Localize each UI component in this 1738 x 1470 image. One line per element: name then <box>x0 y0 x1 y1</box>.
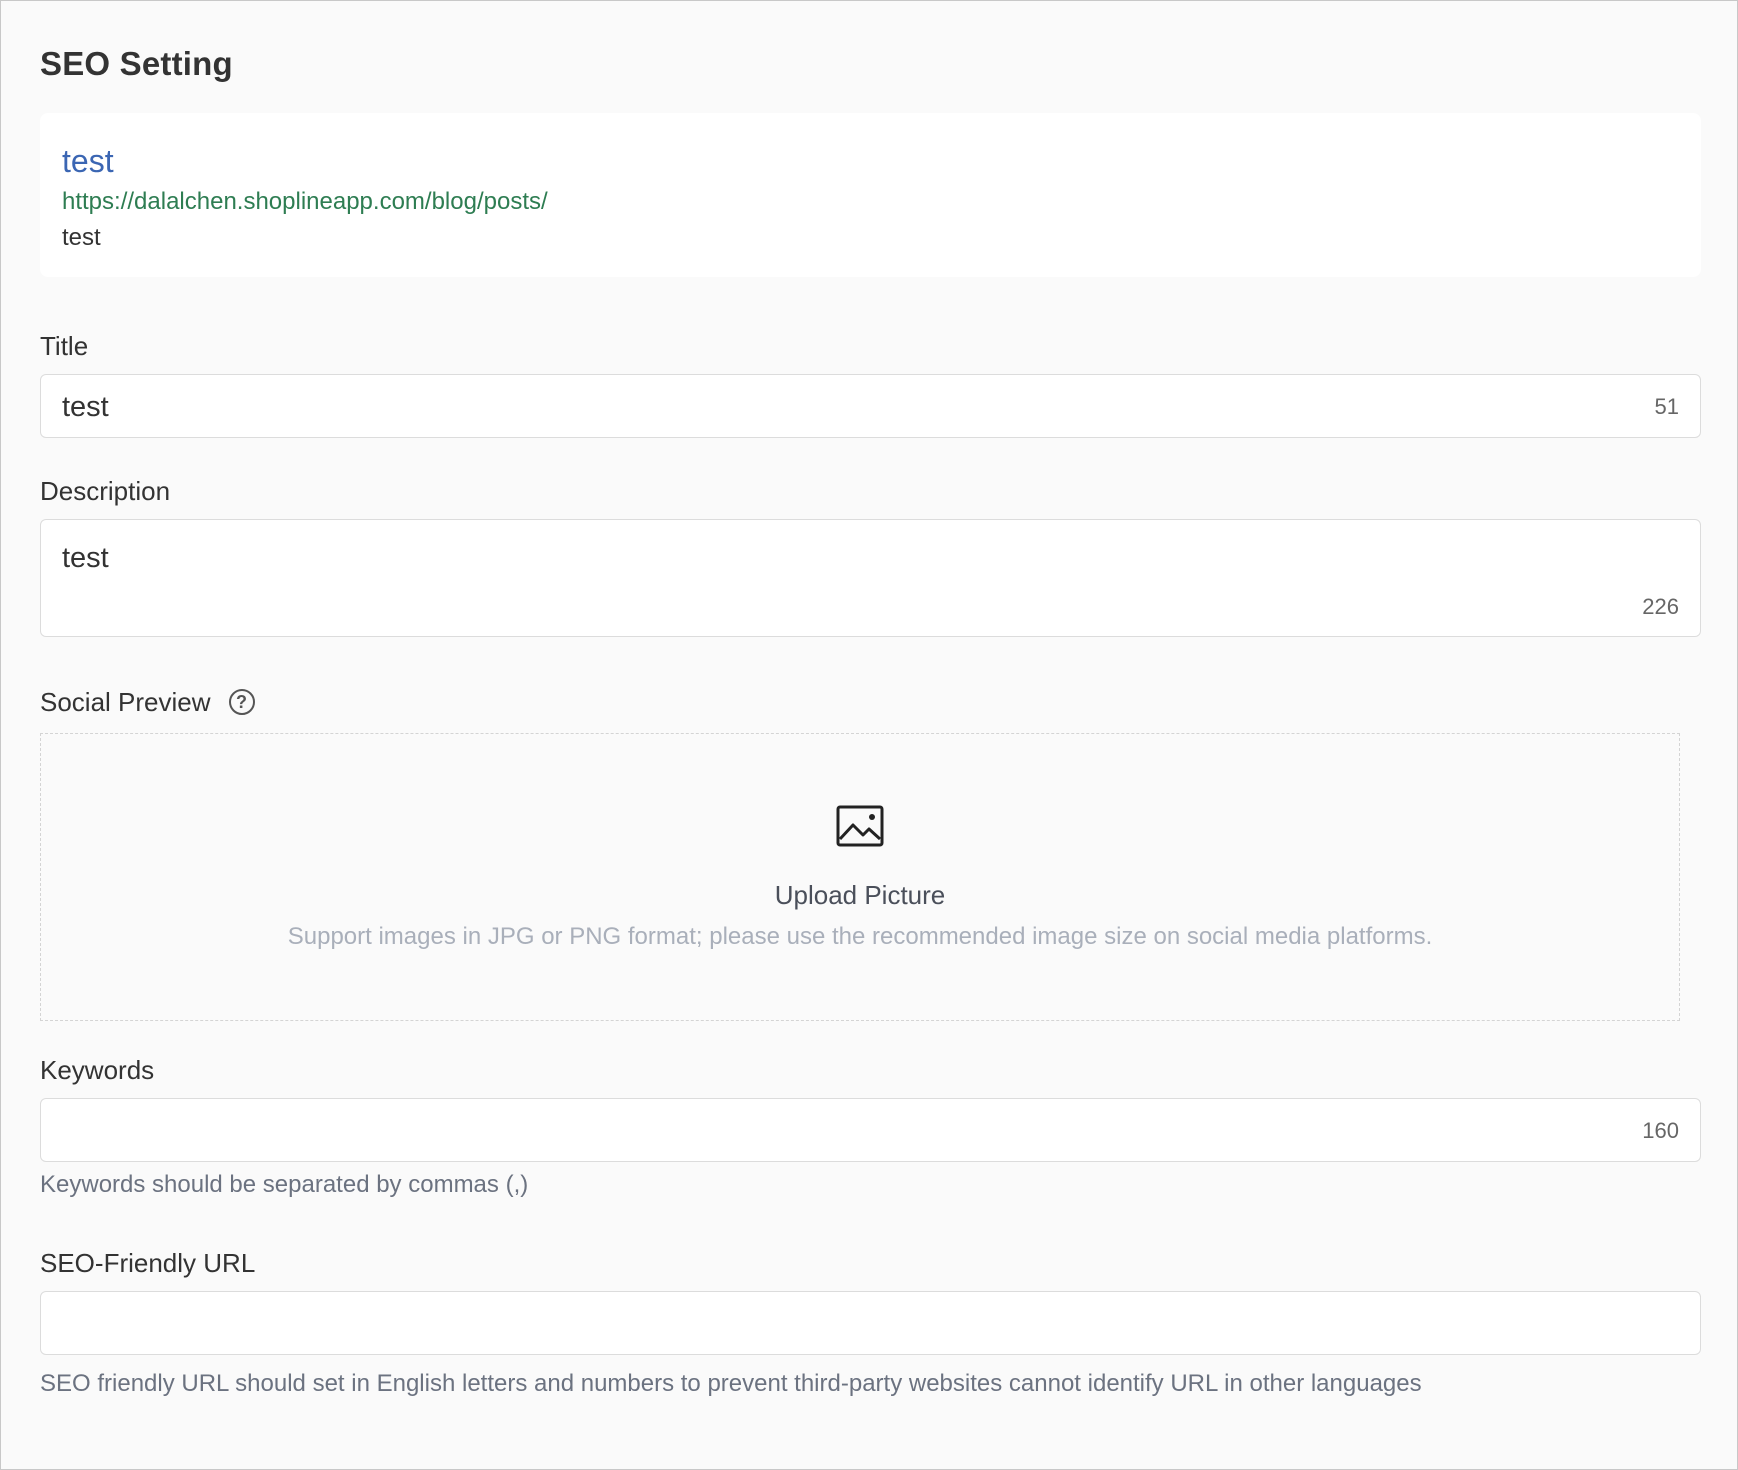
seo-setting-panel: SEO Setting test https://dalalchen.shopl… <box>0 0 1738 1470</box>
seo-url-label: SEO-Friendly URL <box>40 1246 1701 1280</box>
question-circle-icon[interactable]: ? <box>228 689 255 715</box>
seo-url-input[interactable] <box>40 1291 1701 1355</box>
upload-picture-hint: Support images in JPG or PNG format; ple… <box>287 923 1433 950</box>
keywords-label: Keywords <box>40 1053 1701 1087</box>
description-char-counter: 226 <box>1642 594 1679 619</box>
seo-url-label-text: SEO-Friendly URL <box>40 1248 256 1278</box>
upload-picture-label: Upload Picture <box>774 880 946 910</box>
image-icon <box>836 805 884 847</box>
title-char-counter: 51 <box>1654 394 1679 419</box>
description-textarea[interactable]: test 226 <box>40 519 1701 637</box>
search-preview-card: test https://dalalchen.shoplineapp.com/b… <box>40 113 1701 277</box>
social-preview-label: Social Preview ? <box>40 685 1701 719</box>
seo-url-hint: SEO friendly URL should set in English l… <box>40 1370 1422 1397</box>
title-input[interactable]: test 51 <box>40 374 1701 438</box>
title-input-value: test <box>62 391 109 423</box>
social-preview-upload-zone[interactable]: Upload Picture Support images in JPG or … <box>40 733 1680 1021</box>
title-label: Title <box>40 329 1701 363</box>
keywords-hint: Keywords should be separated by commas (… <box>40 1171 529 1198</box>
preview-url: https://dalalchen.shoplineapp.com/blog/p… <box>62 188 548 215</box>
preview-description: test <box>62 224 101 251</box>
description-label-text: Description <box>40 476 171 506</box>
keywords-char-counter: 160 <box>1642 1118 1679 1143</box>
preview-title: test <box>62 143 114 179</box>
description-textarea-value: test <box>62 542 109 574</box>
keywords-label-text: Keywords <box>40 1055 155 1085</box>
description-label: Description <box>40 474 1701 508</box>
seo-setting-content: SEO Setting test https://dalalchen.shopl… <box>40 41 1701 1401</box>
section-title: SEO Setting <box>40 45 233 82</box>
keywords-input[interactable]: 160 <box>40 1098 1701 1162</box>
social-preview-label-text: Social Preview <box>40 687 211 717</box>
title-label-text: Title <box>40 331 89 361</box>
